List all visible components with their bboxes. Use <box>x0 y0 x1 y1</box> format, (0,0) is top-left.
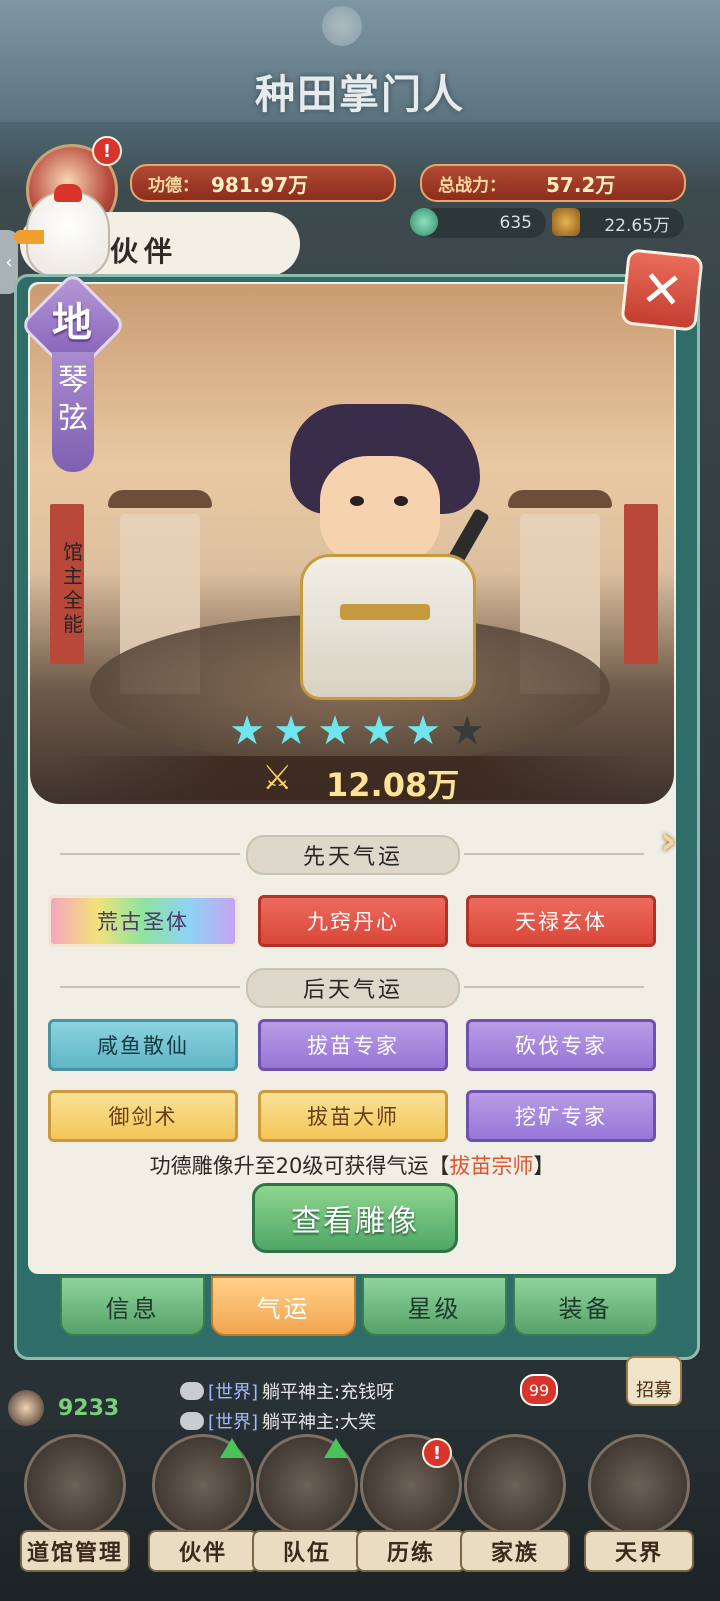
nav-family[interactable]: 家族 <box>460 1434 570 1574</box>
divider-line <box>60 853 240 855</box>
nav-label: 历练 <box>356 1530 466 1572</box>
nav-dojo-management[interactable]: 道馆管理 <box>20 1434 130 1574</box>
total-power-value: 57.2万 <box>546 172 616 197</box>
star-filled-icon: ★ <box>317 708 353 754</box>
acquired-fortune-chip[interactable]: 挖矿专家 <box>466 1090 656 1142</box>
star-filled-icon: ★ <box>405 708 441 754</box>
hero-combat-power: 12.08万 <box>326 766 460 804</box>
nav-training[interactable]: ! 历练 <box>356 1434 466 1574</box>
acquired-fortune-chip[interactable]: 御剑术 <box>48 1090 238 1142</box>
chat-line[interactable]: [世界] 躺平神主:充钱呀 <box>180 1378 394 1404</box>
banner-right <box>624 504 658 664</box>
divider-line <box>464 853 644 855</box>
nav-partner[interactable]: 伙伴 <box>148 1434 258 1574</box>
total-power-label: 总战力： <box>438 175 506 196</box>
player-count: 9233 <box>58 1396 120 1421</box>
hero-role: 馆主 全能 <box>63 540 83 636</box>
star-filled-icon: ★ <box>361 708 397 754</box>
pavilion-icon <box>588 1434 690 1536</box>
coin-count: 22.65万 <box>604 215 670 236</box>
nav-label: 队伍 <box>252 1530 362 1572</box>
recruit-button[interactable]: 招募 <box>626 1356 682 1406</box>
merit-label: 功德： <box>148 175 199 196</box>
star-filled-icon: ★ <box>229 708 265 754</box>
crossed-swords-icon: ⚔ <box>262 758 293 798</box>
hint-suffix: 】 <box>533 1154 555 1178</box>
acquired-fortune-title: 后天气运 <box>246 968 460 1008</box>
hint-prefix: 功德雕像升至20级可获得气运【 <box>149 1154 450 1178</box>
coin-icon <box>552 208 580 236</box>
tab-info[interactable]: 信息 <box>60 1276 205 1336</box>
tab-equipment[interactable]: 装备 <box>513 1276 658 1336</box>
hero-armor <box>300 554 476 700</box>
divider-line <box>464 986 644 988</box>
nav-label: 伙伴 <box>148 1530 258 1572</box>
innate-fortune-chip[interactable]: 天禄玄体 <box>466 895 656 947</box>
nav-team[interactable]: 队伍 <box>252 1434 362 1574</box>
innate-fortune-chip[interactable]: 荒古圣体 <box>48 895 238 947</box>
nav-label: 家族 <box>460 1530 570 1572</box>
rank-label: 地 <box>52 299 92 346</box>
dojo-mascot-icon <box>24 1434 126 1536</box>
tab-fortune[interactable]: 气运 <box>211 1276 356 1336</box>
acquired-fortune-chip[interactable]: 拔苗大师 <box>258 1090 448 1142</box>
acquired-fortune-chip[interactable]: 砍伐专家 <box>466 1019 656 1071</box>
gate-roof-left <box>108 490 212 508</box>
panel-tabs: 信息 气运 星级 装备 <box>60 1276 658 1336</box>
chat-text: 躺平神主:充钱呀 <box>262 1382 395 1403</box>
upgrade-arrow-icon <box>220 1438 244 1458</box>
acquired-fortune-chip[interactable]: 咸鱼散仙 <box>48 1019 238 1071</box>
total-power-bar[interactable]: 总战力： 57.2万 <box>420 164 686 202</box>
crane-beak <box>14 230 44 244</box>
nav-label: 道馆管理 <box>20 1530 130 1572</box>
unread-badge: 99 <box>520 1374 558 1406</box>
nav-heaven[interactable]: 天界 <box>584 1434 694 1574</box>
crane-mascot-icon <box>14 184 110 278</box>
hero-face <box>320 456 440 566</box>
innate-fortune-title: 先天气运 <box>246 835 460 875</box>
tab-stars[interactable]: 星级 <box>362 1276 507 1336</box>
game-logo: 种田掌门人 <box>255 71 465 118</box>
view-statue-button[interactable]: 查看雕像 <box>252 1183 458 1253</box>
hint-highlight: 拔苗宗师 <box>449 1154 534 1178</box>
crane-crest <box>54 184 82 202</box>
chat-channel: [世界] <box>208 1382 259 1403</box>
next-hero-arrow[interactable]: › <box>660 818 696 864</box>
chat-bubble-icon <box>180 1412 204 1430</box>
close-button[interactable]: ✕ <box>620 248 704 332</box>
hero-belt <box>340 604 430 620</box>
gate-roof-right <box>508 490 612 508</box>
hero-name: 琴弦 <box>58 363 88 436</box>
gem-counter[interactable]: 635 <box>420 208 546 238</box>
family-banner-icon <box>464 1434 566 1536</box>
hero-eye-right <box>394 496 408 506</box>
chat-avatar[interactable] <box>8 1390 44 1426</box>
star-filled-icon: ★ <box>273 708 309 754</box>
star-rating: ★ ★ ★ ★ ★ ★ <box>228 708 486 754</box>
chat-bubble-icon <box>180 1382 204 1400</box>
panel-title: 伙伴 <box>110 235 179 268</box>
merit-bar[interactable]: 功德： 981.97万 <box>130 164 396 202</box>
hero-eye-left <box>350 496 364 506</box>
innate-fortune-chip[interactable]: 九窍丹心 <box>258 895 448 947</box>
star-empty-icon: ★ <box>449 708 485 754</box>
hero-portrait[interactable] <box>280 404 490 704</box>
avatar-alert-badge: ! <box>92 136 122 166</box>
merit-value: 981.97万 <box>211 172 309 197</box>
nav-label: 天界 <box>584 1530 694 1572</box>
divider-line <box>60 986 240 988</box>
acquired-fortune-chip[interactable]: 拔苗专家 <box>258 1019 448 1071</box>
moon-decoration <box>322 6 362 46</box>
jade-icon <box>410 208 438 236</box>
statue-hint: 功德雕像升至20级可获得气运【拔苗宗师】 <box>28 1150 676 1180</box>
alert-badge: ! <box>422 1438 452 1468</box>
gem-count: 635 <box>499 213 532 233</box>
upgrade-arrow-icon <box>324 1438 348 1458</box>
